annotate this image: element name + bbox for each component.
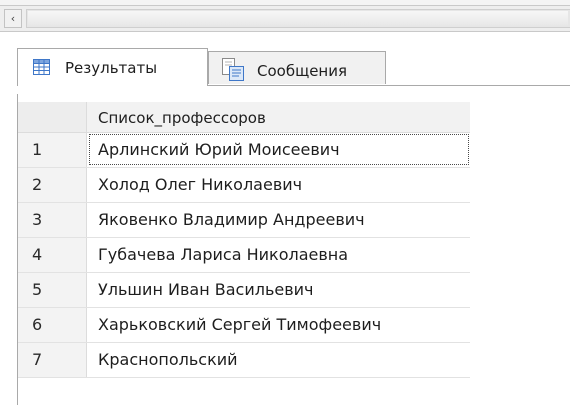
row-cell[interactable]: Ульшин Иван Васильевич	[98, 273, 314, 307]
query-results-window: ‹ Результаты Сообщения Список_профессоро…	[0, 0, 570, 405]
table-row[interactable]: 3 Яковенко Владимир Андреевич	[18, 203, 470, 238]
table-row[interactable]: 2 Холод Олег Николаевич	[18, 168, 470, 203]
row-number[interactable]: 4	[18, 238, 87, 272]
tab-results-label: Результаты	[65, 59, 158, 77]
scrollbar-track[interactable]	[26, 9, 570, 28]
row-number[interactable]: 3	[18, 203, 87, 237]
tab-messages[interactable]: Сообщения	[208, 51, 386, 84]
scroll-left-arrow-icon[interactable]: ‹	[4, 9, 22, 28]
row-cell[interactable]: Яковенко Владимир Андреевич	[98, 203, 365, 237]
row-number[interactable]: 5	[18, 273, 87, 307]
row-cell[interactable]: Харьковский Сергей Тимофеевич	[98, 308, 381, 342]
row-cell[interactable]: Губачева Лариса Николаевна	[98, 238, 348, 272]
row-cell[interactable]: Арлинский Юрий Моисеевич	[98, 133, 340, 167]
row-number[interactable]: 7	[18, 343, 87, 377]
table-row[interactable]: 5 Ульшин Иван Васильевич	[18, 273, 470, 308]
column-header-professors[interactable]: Список_профессоров	[98, 109, 266, 127]
tab-results[interactable]: Результаты	[17, 48, 208, 86]
horizontal-scrollbar[interactable]: ‹	[0, 5, 570, 32]
row-number[interactable]: 6	[18, 308, 87, 342]
row-number[interactable]: 2	[18, 168, 87, 202]
results-grid-area: Список_профессоров 1 Арлинский Юрий Моис…	[0, 94, 570, 405]
grid-table-icon	[33, 59, 50, 79]
grid-corner-cell[interactable]	[18, 102, 87, 132]
scrollbar-thumb[interactable]	[28, 11, 568, 26]
row-cell[interactable]: Краснопольский	[98, 343, 238, 377]
tab-messages-label: Сообщения	[257, 62, 348, 80]
results-grid[interactable]: Список_профессоров 1 Арлинский Юрий Моис…	[18, 102, 470, 378]
table-row[interactable]: 7 Краснопольский	[18, 343, 470, 378]
row-number[interactable]: 1	[18, 133, 87, 167]
grid-header-row: Список_профессоров	[18, 102, 470, 133]
table-row[interactable]: 4 Губачева Лариса Николаевна	[18, 238, 470, 273]
table-row[interactable]: 1 Арлинский Юрий Моисеевич	[18, 133, 470, 168]
tab-strip: Результаты Сообщения	[0, 32, 570, 94]
message-document-icon	[220, 58, 246, 86]
row-cell[interactable]: Холод Олег Николаевич	[98, 168, 302, 202]
table-row[interactable]: 6 Харьковский Сергей Тимофеевич	[18, 308, 470, 343]
